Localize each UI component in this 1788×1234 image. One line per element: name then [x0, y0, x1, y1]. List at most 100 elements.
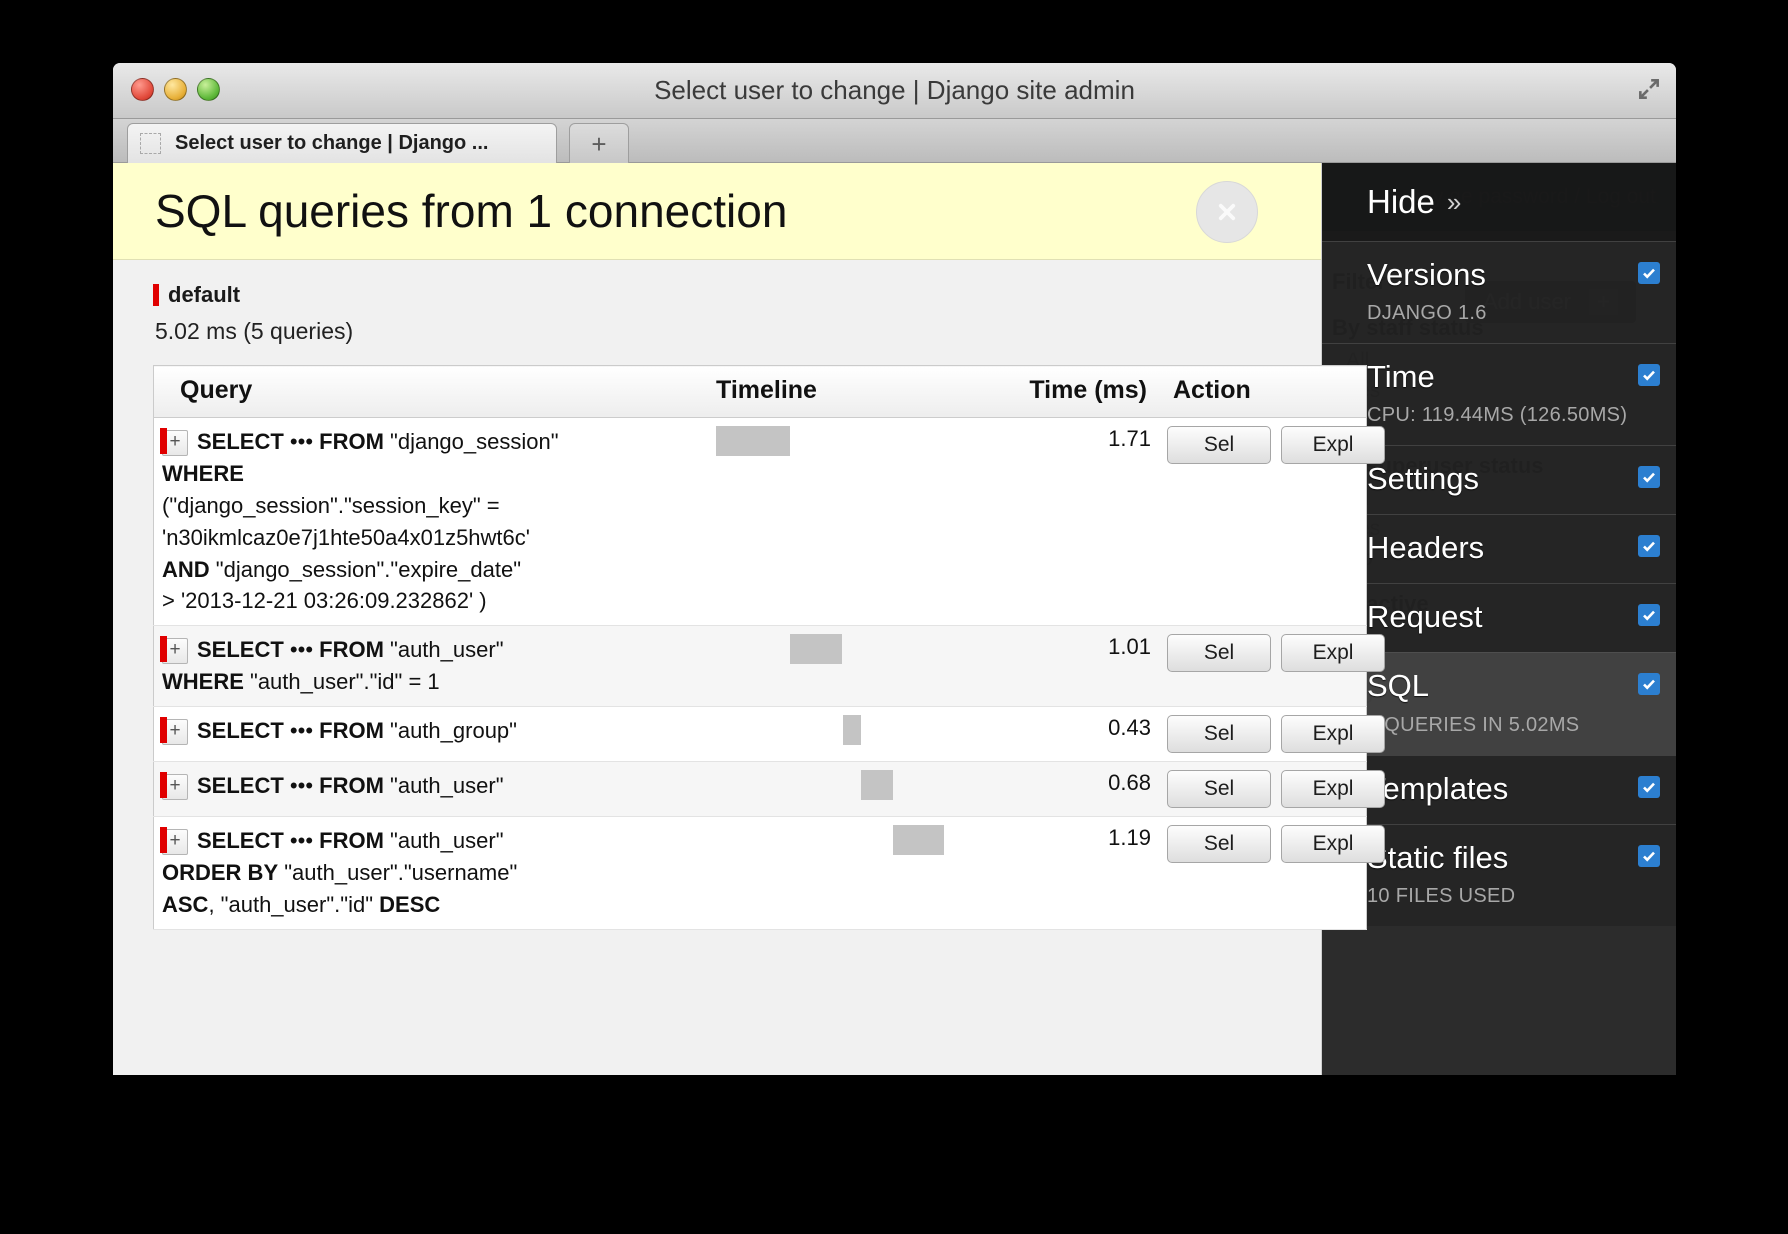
toolbar-panel-versions[interactable]: Versions Django 1.6: [1321, 241, 1676, 343]
time-cell: 1.71: [964, 418, 1159, 626]
sql-panel: SQL queries from 1 connection default 5.…: [113, 163, 1322, 1075]
table-row[interactable]: +SELECT ••• FROM "django_session"WHERE("…: [154, 418, 1367, 626]
query-color-bar: [160, 636, 167, 662]
timeline-bar: [893, 825, 944, 855]
panel-title: Request: [1367, 600, 1662, 634]
hide-label: Hide: [1367, 183, 1435, 221]
query-sql-text: SELECT ••• FROM "django_session"WHERE("d…: [162, 429, 559, 613]
panel-checkbox-settings[interactable]: [1638, 466, 1660, 488]
select-query-button[interactable]: Sel: [1167, 770, 1271, 808]
timeline-bar: [861, 770, 893, 800]
screen: Select user to change | Django site admi…: [0, 0, 1788, 1234]
alias-color-bar: [153, 284, 159, 306]
panel-title: Static files: [1367, 841, 1662, 875]
panel-checkbox-versions[interactable]: [1638, 262, 1660, 284]
action-cell: SelExpl: [1159, 626, 1367, 707]
panel-checkbox-headers[interactable]: [1638, 535, 1660, 557]
close-icon[interactable]: [1196, 181, 1258, 243]
action-cell: SelExpl: [1159, 418, 1367, 626]
select-query-button[interactable]: Sel: [1167, 715, 1271, 753]
sql-queries-table: Query Timeline Time (ms) Action +SELECT …: [153, 365, 1367, 930]
resize-icon[interactable]: [1636, 76, 1662, 102]
panel-checkbox-sql[interactable]: [1638, 673, 1660, 695]
timeline-track: [716, 634, 946, 664]
table-row[interactable]: +SELECT ••• FROM "auth_user"ORDER BY "au…: [154, 817, 1367, 930]
select-query-button[interactable]: Sel: [1167, 825, 1271, 863]
column-header-query: Query: [154, 366, 709, 418]
query-color-bar: [160, 428, 167, 454]
time-cell: 1.19: [964, 817, 1159, 930]
window-titlebar: Select user to change | Django site admi…: [113, 63, 1676, 119]
table-row[interactable]: +SELECT ••• FROM "auth_user"0.68SelExpl: [154, 762, 1367, 817]
debug-toolbar: Hide » Versions Django 1.6 Time CPU: 119…: [1321, 163, 1676, 1075]
column-header-time: Time (ms): [964, 366, 1159, 418]
query-cell: +SELECT ••• FROM "auth_user": [154, 762, 709, 817]
timeline-cell: [708, 817, 964, 930]
query-cell: +SELECT ••• FROM "auth_group": [154, 707, 709, 762]
tab-label: Select user to change | Django ...: [175, 132, 488, 155]
explain-query-button[interactable]: Expl: [1281, 634, 1385, 672]
timeline-cell: [708, 762, 964, 817]
query-color-bar: [160, 717, 167, 743]
new-tab-button[interactable]: +: [569, 123, 629, 164]
explain-query-button[interactable]: Expl: [1281, 426, 1385, 464]
page-icon: [140, 133, 161, 154]
query-cell: +SELECT ••• FROM "auth_user"ORDER BY "au…: [154, 817, 709, 930]
timeline-cell: [708, 418, 964, 626]
explain-query-button[interactable]: Expl: [1281, 825, 1385, 863]
query-color-bar: [160, 772, 167, 798]
panel-title: Settings: [1367, 462, 1662, 496]
column-header-timeline: Timeline: [708, 366, 964, 418]
explain-query-button[interactable]: Expl: [1281, 770, 1385, 808]
window-title: Select user to change | Django site admi…: [113, 75, 1676, 106]
query-sql-text: SELECT ••• FROM "auth_user": [197, 773, 504, 798]
alias-label: default: [168, 282, 240, 308]
timeline-track: [716, 426, 946, 456]
page-title: SQL queries from 1 connection: [155, 184, 787, 238]
time-cell: 0.43: [964, 707, 1159, 762]
browser-window: Select user to change | Django site admi…: [113, 63, 1676, 1075]
table-row[interactable]: +SELECT ••• FROM "auth_group" 0.43SelExpl: [154, 707, 1367, 762]
column-header-action: Action: [1159, 366, 1367, 418]
timeline-cell: [708, 707, 964, 762]
action-cell: SelExpl: [1159, 817, 1367, 930]
panel-subtitle: 5 queries in 5.02ms: [1367, 714, 1662, 737]
query-color-bar: [160, 827, 167, 853]
panel-checkbox-static-files[interactable]: [1638, 845, 1660, 867]
panel-title: Templates: [1367, 772, 1662, 806]
timeline-cell: [708, 626, 964, 707]
panel-subtitle: Django 1.6: [1367, 302, 1662, 325]
alias-summary: 5.02 ms (5 queries): [155, 318, 1281, 345]
panel-checkbox-request[interactable]: [1638, 604, 1660, 626]
panel-subtitle: CPU: 119.44ms (126.50ms): [1367, 404, 1662, 427]
tab-bar: Select user to change | Django ... +: [113, 119, 1676, 163]
select-query-button[interactable]: Sel: [1167, 426, 1271, 464]
table-row[interactable]: +SELECT ••• FROM "auth_user"WHERE "auth_…: [154, 626, 1367, 707]
panel-title: Time: [1367, 360, 1662, 394]
toolbar-hide-button[interactable]: Hide »: [1321, 163, 1676, 241]
timeline-bar: [843, 715, 861, 745]
panel-title: Headers: [1367, 531, 1662, 565]
timeline-track: [716, 825, 946, 855]
timeline-track: [716, 770, 946, 800]
select-query-button[interactable]: Sel: [1167, 634, 1271, 672]
table-header: Query Timeline Time (ms) Action: [154, 366, 1367, 418]
action-cell: SelExpl: [1159, 707, 1367, 762]
panel-checkbox-templates[interactable]: [1638, 776, 1660, 798]
page-content: e, my ge password / Log out Filter By st…: [113, 163, 1676, 1075]
panel-checkbox-time[interactable]: [1638, 364, 1660, 386]
query-sql-text: SELECT ••• FROM "auth_group": [197, 718, 517, 743]
action-cell: SelExpl: [1159, 762, 1367, 817]
time-cell: 1.01: [964, 626, 1159, 707]
tab-active[interactable]: Select user to change | Django ...: [127, 123, 557, 163]
sql-panel-body: default 5.02 ms (5 queries) Query Timeli…: [113, 260, 1321, 930]
timeline-bar: [716, 426, 790, 456]
panel-title: Versions: [1367, 258, 1662, 292]
query-sql-text: SELECT ••• FROM "auth_user"ORDER BY "aut…: [162, 828, 517, 917]
table-body: +SELECT ••• FROM "django_session"WHERE("…: [154, 418, 1367, 930]
toolbar-panel-headers[interactable]: Headers: [1321, 514, 1676, 583]
query-cell: +SELECT ••• FROM "django_session"WHERE("…: [154, 418, 709, 626]
db-alias: default: [153, 282, 1281, 308]
sql-panel-header: SQL queries from 1 connection: [113, 163, 1321, 260]
explain-query-button[interactable]: Expl: [1281, 715, 1385, 753]
